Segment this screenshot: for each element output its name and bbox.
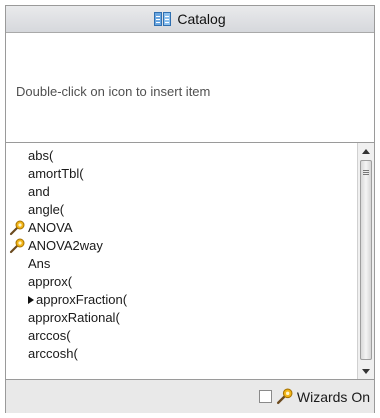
arrow-down-icon bbox=[362, 368, 370, 374]
catalog-panel: Catalog Double-click on icon to insert i… bbox=[5, 5, 375, 413]
scrollbar-thumb[interactable] bbox=[360, 160, 372, 360]
scroll-down-button[interactable] bbox=[358, 363, 374, 379]
catalog-book-icon bbox=[154, 12, 172, 26]
scroll-up-button[interactable] bbox=[358, 143, 374, 159]
list-item[interactable]: arccos( bbox=[6, 327, 351, 345]
list-item[interactable]: ANOVA2way bbox=[6, 237, 351, 255]
list-item-label: ANOVA2way bbox=[28, 238, 103, 253]
list-item-label: abs( bbox=[28, 148, 54, 163]
list-item-label: approx( bbox=[28, 274, 73, 289]
wizard-wand-icon[interactable] bbox=[9, 220, 25, 236]
grip-icon bbox=[363, 170, 369, 171]
list-item-label: approxFraction( bbox=[36, 292, 128, 307]
list-item[interactable]: approxFraction( bbox=[6, 291, 351, 309]
list-item[interactable]: angle( bbox=[6, 201, 351, 219]
list-item[interactable]: amortTbl( bbox=[6, 165, 351, 183]
list-item[interactable]: arccosh( bbox=[6, 345, 351, 363]
list-item-label: and bbox=[28, 184, 50, 199]
list-item[interactable]: ANOVA bbox=[6, 219, 351, 237]
wizards-checkbox[interactable] bbox=[258, 390, 272, 403]
list-item[interactable]: and bbox=[6, 183, 351, 201]
list-item-label: ANOVA bbox=[28, 220, 73, 235]
info-text: Double-click on icon to insert item bbox=[16, 84, 211, 99]
item-help-area: Double-click on icon to insert item bbox=[6, 33, 374, 141]
wizards-toggle[interactable]: Wizards On bbox=[258, 388, 370, 405]
list-item[interactable]: approx( bbox=[6, 273, 351, 291]
list-item-label: Ans bbox=[28, 256, 51, 271]
catalog-footer: Wizards On bbox=[6, 379, 374, 413]
list-item-label: angle( bbox=[28, 202, 65, 217]
list-item[interactable]: Ans bbox=[6, 255, 351, 273]
catalog-title: Catalog bbox=[177, 11, 226, 27]
vertical-scrollbar[interactable] bbox=[357, 143, 374, 379]
list-item-label: approxRational( bbox=[28, 310, 120, 325]
wizard-wand-icon[interactable] bbox=[9, 238, 25, 254]
list-item-label: amortTbl( bbox=[28, 166, 84, 181]
list-item[interactable]: approxRational( bbox=[6, 309, 351, 327]
submenu-triangle-icon[interactable] bbox=[28, 296, 34, 304]
catalog-list[interactable]: abs( amortTbl( and angle( ANOVA ANOVA2way Ans a… bbox=[6, 142, 374, 379]
wizard-wand-icon bbox=[276, 388, 293, 405]
list-item-label: arccos( bbox=[28, 328, 71, 343]
arrow-up-icon bbox=[362, 148, 370, 154]
catalog-list-items: abs( amortTbl( and angle( ANOVA ANOVA2way Ans a… bbox=[6, 147, 351, 363]
list-item-label: arccosh( bbox=[28, 346, 78, 361]
catalog-title-bar: Catalog bbox=[6, 6, 374, 33]
list-item[interactable]: abs( bbox=[6, 147, 351, 165]
wizards-label: Wizards On bbox=[296, 388, 370, 405]
